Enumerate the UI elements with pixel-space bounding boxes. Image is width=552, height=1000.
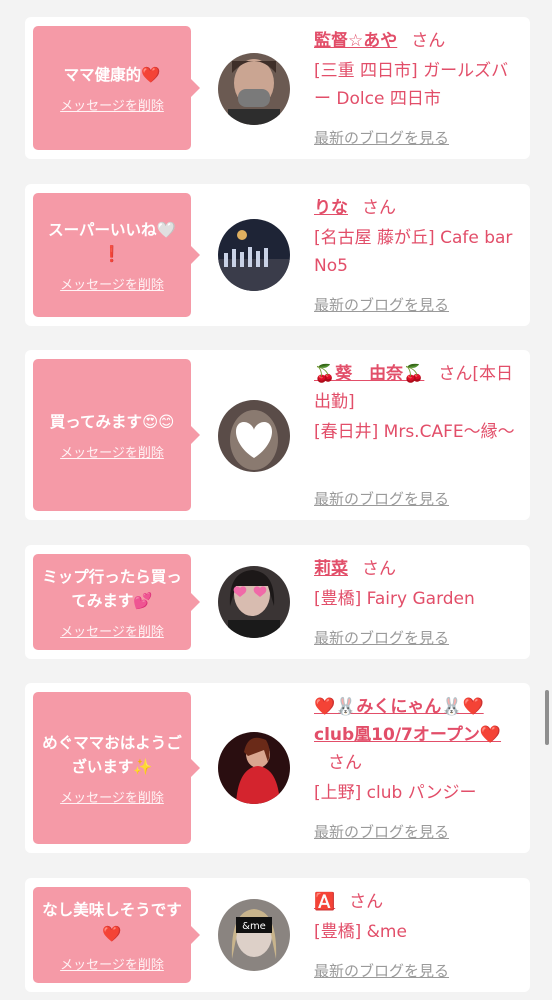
message-card: ミップ行ったら買ってみます💕 メッセージを削除 莉菜 さん [豊橋] Fairy … [25,545,530,659]
message-bubble: めぐママおはようございます✨ メッセージを削除 [33,692,200,844]
avatar[interactable] [218,53,290,125]
shop-info: [三重 四日市] ガールズバー Dolce 四日市 [314,61,509,109]
shop-info: [上野] club パンジー [314,783,477,803]
shop-info: [名古屋 藤が丘] Cafe bar No5 [314,228,513,276]
avatar[interactable] [218,400,290,472]
message-bubble: スーパーいいね🤍❗ メッセージを削除 [33,193,200,317]
latest-blog-link[interactable]: 最新のブログを見る [314,127,449,148]
honorific: さん [362,198,396,218]
shop-info: [豊橋] Fairy Garden [314,589,475,609]
cast-name-link[interactable]: 🍒葵 由奈🍒 [314,364,424,384]
cast-name-link[interactable]: ❤️🐰みくにゃん🐰❤️club凰10/7オープン❤️ [314,697,501,745]
cast-info: ❤️🐰みくにゃん🐰❤️club凰10/7オープン❤️ さん [上野] club パ… [314,693,522,807]
cast-info: りな さん [名古屋 藤が丘] Cafe bar No5 [314,194,522,280]
avatar[interactable] [218,566,290,638]
delete-message-link[interactable]: メッセージを削除 [60,95,164,114]
honorific: さん [362,559,396,579]
shop-info: [豊橋] &me [314,922,407,942]
message-text: めぐママおはようございます✨ [42,733,182,776]
delete-message-link[interactable]: メッセージを削除 [60,274,164,293]
message-text: なし美味しそうです❤️ [42,900,182,943]
delete-message-link[interactable]: メッセージを削除 [60,954,164,973]
message-text: ミップ行ったら買ってみます💕 [42,567,182,610]
message-bubble: ミップ行ったら買ってみます💕 メッセージを削除 [33,554,200,650]
latest-blog-link[interactable]: 最新のブログを見る [314,294,449,315]
avatar[interactable] [218,219,290,291]
message-bubble: ママ健康的❤️ メッセージを削除 [33,26,200,150]
message-bubble: 買ってみます😍😊 メッセージを削除 [33,359,200,511]
cast-info: 🍒葵 由奈🍒 さん[本日出勤] [春日井] Mrs.CAFE〜縁〜 [314,360,522,446]
cast-info: 莉菜 さん [豊橋] Fairy Garden [314,555,522,613]
honorific: さん [349,892,384,912]
cast-name-link[interactable]: 莉菜 [314,559,348,579]
message-text: ママ健康的❤️ [63,65,161,84]
latest-blog-link[interactable]: 最新のブログを見る [314,627,449,648]
cast-info: 監督☆あや さん [三重 四日市] ガールズバー Dolce 四日市 [314,27,522,113]
svg-text:&me: &me [242,921,266,932]
scrollbar[interactable] [545,690,549,745]
message-bubble: なし美味しそうです❤️ メッセージを削除 [33,887,200,983]
message-text: 買ってみます😍😊 [49,412,175,431]
delete-message-link[interactable]: メッセージを削除 [60,442,164,461]
cast-info: 🅰️ さん [豊橋] &me [314,888,522,946]
message-card: スーパーいいね🤍❗ メッセージを削除 りな さん [名古屋 藤が丘] Cafe b… [25,184,530,326]
message-card: なし美味しそうです❤️ メッセージを削除 &me 🅰️ さん [豊橋] &me 最… [25,878,530,992]
cast-name-link[interactable]: 🅰️ [314,892,335,912]
avatar[interactable]: &me [218,899,290,971]
message-card: 買ってみます😍😊 メッセージを削除 🍒葵 由奈🍒 さん[本日出勤] [春日井] M… [25,350,530,520]
cast-name-link[interactable]: りな [314,198,348,218]
latest-blog-link[interactable]: 最新のブログを見る [314,488,449,509]
honorific: さん [411,31,446,51]
shop-info: [春日井] Mrs.CAFE〜縁〜 [314,422,515,442]
message-card: ママ健康的❤️ メッセージを削除 監督☆あや さん [三重 四日市] ガールズバー… [25,17,530,159]
delete-message-link[interactable]: メッセージを削除 [60,621,164,640]
honorific: さん [438,364,473,384]
delete-message-link[interactable]: メッセージを削除 [60,787,164,806]
message-text: スーパーいいね🤍❗ [48,220,176,263]
latest-blog-link[interactable]: 最新のブログを見る [314,960,449,981]
latest-blog-link[interactable]: 最新のブログを見る [314,821,449,842]
avatar[interactable] [218,732,290,804]
message-card: めぐママおはようございます✨ メッセージを削除 ❤️🐰みくにゃん🐰❤️club凰… [25,683,530,853]
cast-name-link[interactable]: 監督☆あや [314,31,397,51]
honorific: さん [328,753,362,773]
